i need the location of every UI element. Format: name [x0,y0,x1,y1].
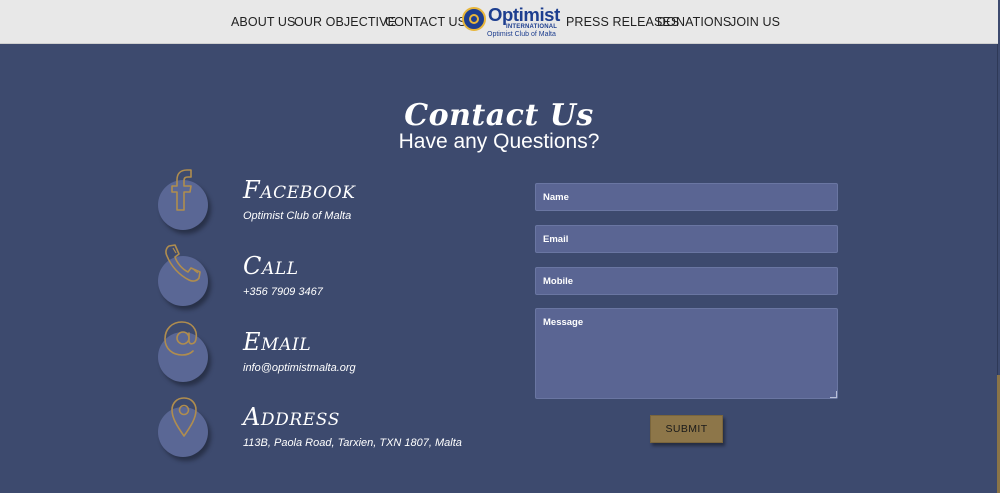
submit-button[interactable]: SUBMIT [650,415,723,443]
contact-detail[interactable]: +356 7909 3467 [243,286,323,298]
logo-club-name: Optimist Club of Malta [487,31,556,38]
logo-subtext: INTERNATIONAL [506,24,558,30]
contact-detail[interactable]: info@optimistmalta.org [243,362,356,374]
message-textarea[interactable] [535,308,838,399]
top-navigation: ABOUT US OUR OBJECTIVE CONTACT US Optimi… [0,0,998,44]
contact-detail[interactable]: Optimist Club of Malta [243,210,351,222]
contact-call[interactable]: Call +356 7909 3467 [158,244,488,314]
facebook-icon [171,169,192,211]
page-title: Contact Us [404,98,594,133]
nav-join-us[interactable]: JOIN US [730,15,780,29]
nav-our-objective[interactable]: OUR OBJECTIVE [294,15,396,29]
optimist-emblem-icon [462,7,486,31]
contact-heading: Address [243,403,340,431]
contact-heading: Email [243,328,312,356]
contact-heading: Call [243,252,299,280]
nav-donations[interactable]: DONATIONS [657,15,731,29]
email-input[interactable] [535,225,838,253]
contact-email[interactable]: Email info@optimistmalta.org [158,321,488,390]
contact-detail[interactable]: 113B, Paola Road, Tarxien, TXN 1807, Mal… [243,437,462,449]
logo-wordmark: Optimist [488,4,560,25]
page-subtitle: Have any Questions? [398,130,600,153]
optimist-logo[interactable]: Optimist INTERNATIONAL Optimist Club of … [462,4,560,41]
contact-heading: Facebook [243,176,356,204]
textarea-resize-handle[interactable] [830,391,837,398]
location-pin-icon [171,397,197,437]
contact-address[interactable]: Address 113B, Paola Road, Tarxien, TXN 1… [158,397,488,465]
nav-contact-us[interactable]: CONTACT US [385,15,466,29]
phone-icon [165,244,201,282]
name-input[interactable] [535,183,838,211]
nav-about-us[interactable]: ABOUT US [231,15,295,29]
mobile-input[interactable] [535,267,838,295]
at-sign-icon [164,321,198,356]
contact-facebook[interactable]: Facebook Optimist Club of Malta [158,169,488,238]
